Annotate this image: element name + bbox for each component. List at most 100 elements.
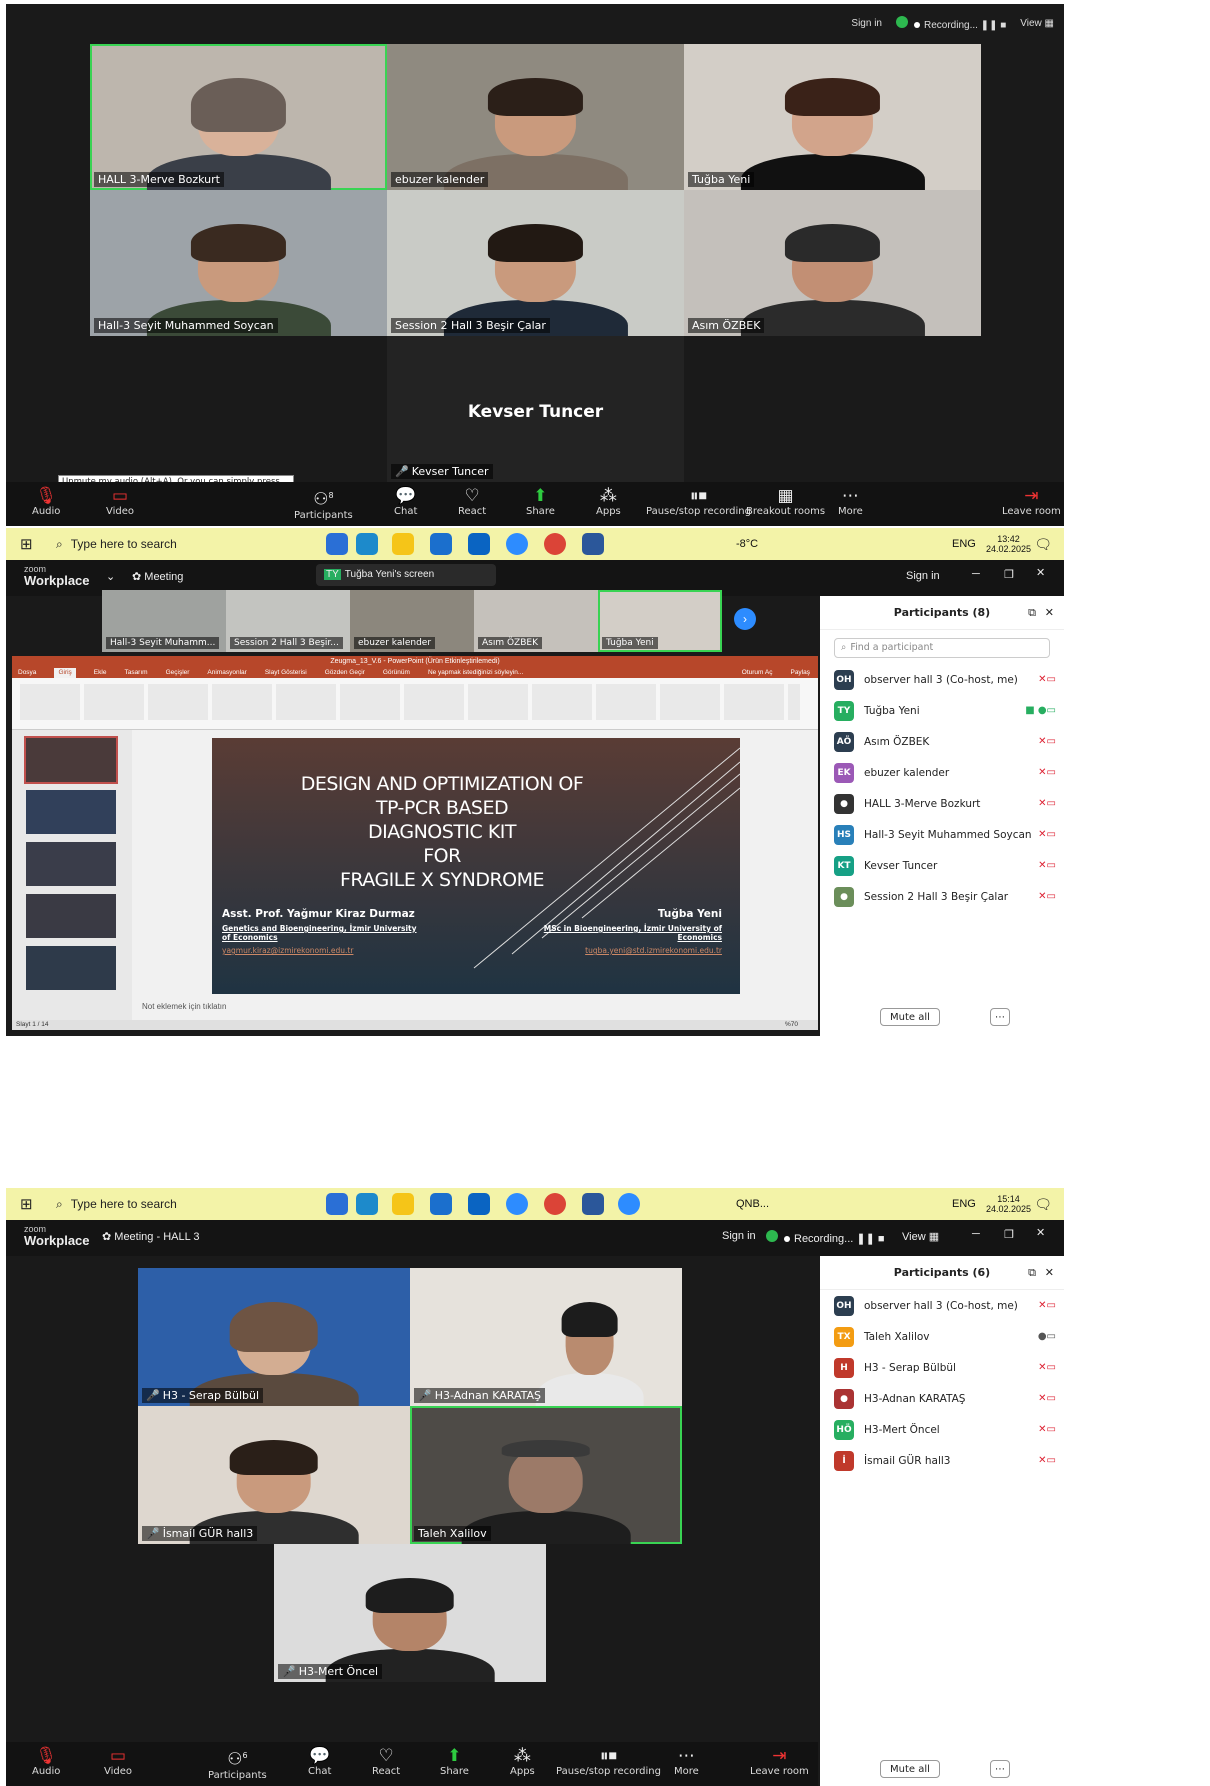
stock-ticker-text[interactable]: QNB... [736, 1198, 769, 1210]
video-tile[interactable]: ebuzer kalender [387, 44, 684, 190]
share-button[interactable]: ⬆ Share [526, 486, 555, 517]
meeting-label[interactable]: ✿ Meeting [132, 570, 183, 583]
participant-row[interactable]: KT Kevser Tuncer ✕▭ [820, 850, 1064, 881]
slide-thumb[interactable] [26, 842, 116, 886]
taskbar-app-icon[interactable] [430, 1193, 452, 1215]
participant-row[interactable]: ● Session 2 Hall 3 Beşir Çalar ✕▭ [820, 881, 1064, 912]
sign-in-link[interactable]: Sign in [851, 18, 882, 29]
close-icon[interactable]: ✕ [1045, 1266, 1054, 1279]
dropdown-chevron-icon[interactable]: ⌄ [106, 570, 115, 583]
participant-row[interactable]: HÖ H3-Mert Öncel ✕▭ [820, 1414, 1064, 1445]
slide-thumb[interactable] [26, 894, 116, 938]
participant-row[interactable]: OH observer hall 3 (Co-host, me) ✕▭ [820, 664, 1064, 695]
word-icon[interactable] [582, 533, 604, 555]
ribbon-tab[interactable]: Ne yapmak istediğinizi söyleyin... [428, 668, 523, 678]
more-options-icon[interactable]: ⋯ [990, 1760, 1010, 1778]
more-button[interactable]: ⋯ More [838, 486, 863, 517]
video-tile[interactable]: Tuğba Yeni [684, 44, 981, 190]
participant-row[interactable]: AÖ Asım ÖZBEK ✕▭ [820, 726, 1064, 757]
apps-button[interactable]: ⁂ Apps [596, 486, 621, 517]
language-indicator[interactable]: ENG [952, 1198, 976, 1210]
thumbnail-tile[interactable]: ebuzer kalender [350, 590, 474, 652]
ribbon-tab[interactable]: Ekle [94, 668, 107, 678]
more-options-icon[interactable]: ⋯ [990, 1008, 1010, 1026]
minimize-icon[interactable]: ─ [972, 568, 980, 580]
notes-pane[interactable]: Not eklemek için tıklatın [142, 1002, 226, 1011]
ribbon-tab[interactable]: Giriş [54, 668, 76, 678]
zoom-app-icon[interactable] [618, 1193, 640, 1215]
video-tile-no-camera[interactable]: Kevser Tuncer 🎤 Kevser Tuncer [387, 336, 684, 482]
video-tile[interactable]: 🎤 H3 - Serap Bülbül [138, 1268, 410, 1406]
clock[interactable]: 15:14 24.02.2025 [986, 1194, 1031, 1214]
participant-row[interactable]: EK ebuzer kalender ✕▭ [820, 757, 1064, 788]
video-button[interactable]: ▭ Video [106, 486, 134, 517]
participant-row[interactable]: İ İsmail GÜR hall3 ✕▭ [820, 1445, 1064, 1476]
share-button[interactable]: ⬆ Share [440, 1746, 469, 1777]
muted-mic-icon[interactable]: ✕▭ [1038, 767, 1056, 778]
clock[interactable]: 13:42 24.02.2025 [986, 534, 1031, 554]
popout-icon[interactable]: ⧉ [1028, 606, 1036, 620]
next-page-icon[interactable]: › [734, 608, 756, 630]
zoom-app-icon[interactable] [506, 533, 528, 555]
thumbnail-tile[interactable]: Session 2 Hall 3 Beşir... [226, 590, 350, 652]
sharing-icon[interactable]: ■ ●▭ [1025, 705, 1056, 716]
muted-mic-icon[interactable]: ✕▭ [1038, 1455, 1056, 1466]
chat-button[interactable]: 💬 Chat [308, 1746, 331, 1777]
participants-button[interactable]: ⚇8 Participants [294, 486, 353, 521]
ribbon-share[interactable]: Paylaş [790, 668, 810, 678]
video-tile[interactable]: Asım ÖZBEK [684, 190, 981, 336]
video-tile[interactable]: Session 2 Hall 3 Beşir Çalar [387, 190, 684, 336]
search-field[interactable]: ⌕ Find a participant [834, 638, 1050, 658]
video-button[interactable]: ▭ Video [104, 1746, 132, 1777]
thumbnail-tile[interactable]: Tuğba Yeni [598, 590, 722, 652]
notification-icon[interactable]: 🗨 [1034, 536, 1052, 553]
more-button[interactable]: ⋯ More [674, 1746, 699, 1777]
weather-text[interactable]: -8°C [736, 538, 758, 550]
audio-button[interactable]: 🎙 Audio [32, 486, 60, 517]
chat-button[interactable]: 💬 Chat [394, 486, 417, 517]
screen-share-label[interactable]: TY Tuğba Yeni's screen [316, 564, 496, 586]
pause-recording-button[interactable]: ⏸⏹ Pause/stop recording [556, 1746, 661, 1777]
zoom-app-icon[interactable] [506, 1193, 528, 1215]
minimize-icon[interactable]: ─ [972, 1228, 980, 1240]
windows-start-icon[interactable]: ⊞ [20, 1195, 33, 1213]
slide-thumb[interactable] [26, 946, 116, 990]
muted-mic-icon[interactable]: ✕▭ [1038, 1424, 1056, 1435]
current-slide[interactable]: DESIGN AND OPTIMIZATION OF TP-PCR BASED … [212, 738, 740, 994]
windows-start-icon[interactable]: ⊞ [20, 535, 33, 553]
taskbar-app-icon[interactable] [392, 533, 414, 555]
word-icon[interactable] [582, 1193, 604, 1215]
muted-mic-icon[interactable]: ✕▭ [1038, 798, 1056, 809]
slide-thumb[interactable] [24, 736, 118, 784]
language-indicator[interactable]: ENG [952, 538, 976, 550]
close-icon[interactable]: ✕ [1036, 566, 1045, 579]
video-tile[interactable]: 🎤 H3-Mert Öncel [274, 1544, 546, 1682]
participant-row[interactable]: ● HALL 3-Merve Bozkurt ✕▭ [820, 788, 1064, 819]
video-tile[interactable]: 🎤 H3-Adnan KARATAŞ [410, 1268, 682, 1406]
taskbar-search[interactable]: ⌕ Type here to search [56, 1192, 246, 1216]
muted-mic-icon[interactable]: ✕▭ [1038, 829, 1056, 840]
participant-row[interactable]: ● H3-Adnan KARATAŞ ✕▭ [820, 1383, 1064, 1414]
participants-button[interactable]: ⚇6 Participants [208, 1746, 267, 1781]
view-button[interactable]: View ▦ [902, 1230, 939, 1243]
close-icon[interactable]: ✕ [1045, 606, 1054, 619]
ribbon-signin[interactable]: Oturum Aç [742, 668, 773, 678]
sign-in-link[interactable]: Sign in [722, 1230, 756, 1242]
video-tile[interactable]: Hall-3 Seyit Muhammed Soycan [90, 190, 387, 336]
close-icon[interactable]: ✕ [1036, 1226, 1045, 1239]
slide-thumb[interactable] [26, 790, 116, 834]
muted-mic-icon[interactable]: ✕▭ [1038, 736, 1056, 747]
notification-icon[interactable]: 🗨 [1034, 1196, 1052, 1213]
taskbar-app-icon[interactable] [356, 1193, 378, 1215]
video-tile[interactable]: HALL 3-Merve Bozkurt [90, 44, 387, 190]
audio-button[interactable]: 🎙 Audio [32, 1746, 60, 1777]
ribbon-tab[interactable]: Gözden Geçir [325, 668, 365, 678]
taskbar-app-icon[interactable] [468, 1193, 490, 1215]
video-tile[interactable]: Taleh Xalilov [410, 1406, 682, 1544]
mute-all-button[interactable]: Mute all [880, 1760, 940, 1778]
pause-recording-button[interactable]: ⏸⏹ Pause/stop recording [646, 486, 751, 517]
taskbar-app-icon[interactable] [392, 1193, 414, 1215]
restore-icon[interactable]: ❐ [1004, 1228, 1014, 1241]
chrome-icon[interactable] [544, 533, 566, 555]
taskbar-app-icon[interactable] [468, 533, 490, 555]
